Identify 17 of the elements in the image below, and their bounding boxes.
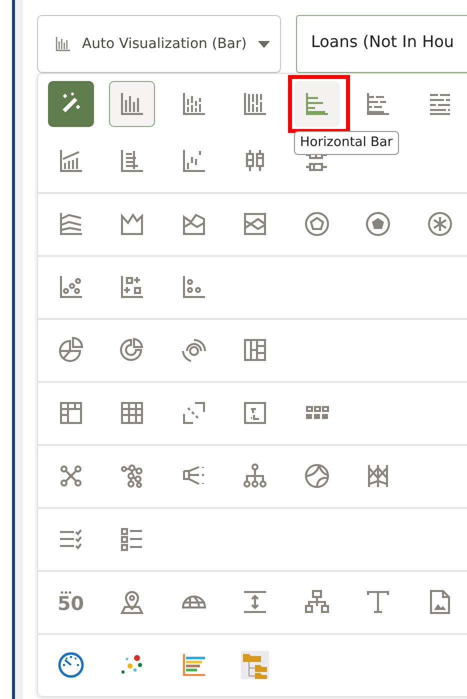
globe-map-icon [182, 595, 206, 609]
tooltip: Horizontal Bar [294, 131, 399, 154]
chart-type-button[interactable]: 50 [48, 579, 94, 625]
map-pin-icon [118, 588, 146, 616]
gauge-icon [56, 651, 85, 679]
connected-boxes-icon [302, 588, 331, 616]
radar-chart-icon [364, 210, 392, 238]
visualization-dropdown[interactable]: Auto Visualization (Bar) [37, 15, 281, 73]
radar-chart-icon [302, 210, 331, 238]
chord-diagram-icon [302, 462, 331, 490]
folder-tree-icon [241, 651, 270, 679]
radar-chart-icon [426, 210, 454, 238]
sunburst-chart-icon [180, 336, 208, 364]
pie-chart-icon [56, 336, 85, 364]
bar-chart-icon [54, 35, 72, 53]
hierarchy-icon [241, 462, 270, 490]
caret-icon [258, 40, 270, 48]
